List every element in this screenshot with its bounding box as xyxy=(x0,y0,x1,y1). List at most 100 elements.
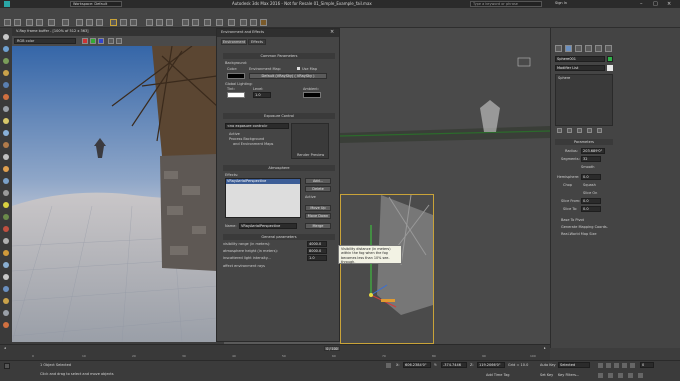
level-field[interactable]: 1.0 xyxy=(253,92,271,98)
orbit-icon[interactable] xyxy=(618,373,623,378)
segments-field[interactable]: 32 xyxy=(581,156,601,162)
angle-snap-icon[interactable] xyxy=(156,19,163,26)
maximize-viewport-icon[interactable] xyxy=(638,373,643,378)
affect-env-checkbox[interactable]: affect environment rays xyxy=(223,264,265,268)
lock-selection-icon[interactable] xyxy=(386,363,391,368)
save-image-icon[interactable] xyxy=(108,38,114,44)
time-slider[interactable]: 0 / 100 xyxy=(324,346,340,351)
percent-snap-icon[interactable] xyxy=(166,19,173,26)
tool-icon[interactable] xyxy=(3,262,9,268)
tool-icon[interactable] xyxy=(3,238,9,244)
add-time-tag-button[interactable]: Add Time Tag xyxy=(486,373,510,377)
tool-icon[interactable] xyxy=(3,82,9,88)
tab-effects[interactable]: Effects xyxy=(248,39,266,45)
ambient-swatch[interactable] xyxy=(303,92,321,98)
align-icon[interactable] xyxy=(192,19,199,26)
timeline-right-arrow-icon[interactable]: ▸ xyxy=(544,346,546,350)
set-key-button[interactable]: Set Key xyxy=(540,373,553,377)
auto-key-button[interactable]: Auto Key xyxy=(540,363,556,367)
hierarchy-tab-icon[interactable] xyxy=(575,45,582,52)
tab-environment[interactable]: Environment xyxy=(221,39,247,45)
use-map-checkbox[interactable] xyxy=(297,67,300,70)
tool-icon[interactable] xyxy=(3,142,9,148)
curve-editor-icon[interactable] xyxy=(216,19,223,26)
tool-icon[interactable] xyxy=(3,70,9,76)
display-tab-icon[interactable] xyxy=(595,45,602,52)
play-icon[interactable] xyxy=(614,363,619,368)
key-filters-button[interactable]: Key Filters... xyxy=(558,373,579,377)
create-tab-icon[interactable] xyxy=(555,45,562,52)
motion-tab-icon[interactable] xyxy=(585,45,592,52)
search-input[interactable]: Type a keyword or phrase xyxy=(470,1,542,7)
workspace-dropdown[interactable]: Workspace: Default xyxy=(70,1,122,7)
real-world-checkbox[interactable]: Real-World Map Size xyxy=(561,232,597,236)
undo-icon[interactable] xyxy=(4,19,11,26)
timeline[interactable]: ◂ 0 / 100 ▸ 0 10 20 30 40 50 60 70 80 90… xyxy=(0,344,550,360)
tool-icon[interactable] xyxy=(3,274,9,280)
tool-icon[interactable] xyxy=(3,154,9,160)
slice-on-checkbox[interactable]: Slice On xyxy=(583,191,597,195)
tool-icon[interactable] xyxy=(3,298,9,304)
slice-from-field[interactable]: 0.0 xyxy=(581,198,601,204)
tool-icon[interactable] xyxy=(3,118,9,124)
go-to-end-icon[interactable] xyxy=(630,363,635,368)
tool-icon[interactable] xyxy=(3,190,9,196)
name-field[interactable]: VRayAerialPerspective xyxy=(239,223,297,229)
modify-tab-icon[interactable] xyxy=(565,45,572,52)
chop-radio[interactable]: Chop xyxy=(563,183,572,187)
tool-icon[interactable] xyxy=(3,226,9,232)
inscattered-field[interactable]: 1.0 xyxy=(307,255,327,261)
atmosphere-header[interactable]: Atmosphere xyxy=(223,165,335,171)
merge-button[interactable]: Merge xyxy=(305,223,331,229)
zoom-icon[interactable] xyxy=(598,373,603,378)
y-coord-field[interactable]: -374.7446 xyxy=(441,362,467,368)
tool-icon[interactable] xyxy=(3,214,9,220)
render-setup-icon[interactable] xyxy=(240,19,247,26)
common-params-header[interactable]: Common Parameters xyxy=(223,53,335,59)
exposure-control-header[interactable]: Exposure Control xyxy=(223,113,335,119)
visibility-range-field[interactable]: 4000.0 xyxy=(307,241,327,247)
clear-image-icon[interactable] xyxy=(116,38,122,44)
make-unique-icon[interactable] xyxy=(577,128,582,133)
x-coord-field[interactable]: 606.2384'0" xyxy=(403,362,431,368)
object-color-swatch[interactable] xyxy=(607,56,613,62)
tool-icon[interactable] xyxy=(3,46,9,52)
smooth-checkbox[interactable]: Smooth xyxy=(581,165,595,169)
next-frame-icon[interactable] xyxy=(622,363,627,368)
unlink-icon[interactable] xyxy=(36,19,43,26)
remove-modifier-icon[interactable] xyxy=(587,128,592,133)
selection-filter-icon[interactable] xyxy=(62,19,69,26)
slice-to-field[interactable]: 0.0 xyxy=(581,206,601,212)
z-coord-field[interactable]: 119.2066'0" xyxy=(477,362,505,368)
prev-frame-icon[interactable] xyxy=(606,363,611,368)
pin-stack-icon[interactable] xyxy=(557,128,562,133)
tool-icon[interactable] xyxy=(3,130,9,136)
tint-swatch[interactable] xyxy=(227,92,245,98)
tool-icon[interactable] xyxy=(3,94,9,100)
go-to-start-icon[interactable] xyxy=(598,363,603,368)
redo-icon[interactable] xyxy=(14,19,21,26)
move-down-button[interactable]: Move Down xyxy=(305,213,331,219)
env-map-button[interactable]: Default (VRaySky) ( VRaySky ) xyxy=(249,73,327,79)
layer-explorer-icon[interactable] xyxy=(204,19,211,26)
channel-dropdown[interactable]: RGB color xyxy=(14,38,76,44)
move-up-button[interactable]: Move Up xyxy=(305,205,331,211)
tool-icon[interactable] xyxy=(3,106,9,112)
tool-icon[interactable] xyxy=(3,322,9,328)
tool-icon[interactable] xyxy=(3,202,9,208)
dialog-close-icon[interactable]: × xyxy=(330,29,334,36)
pan-icon[interactable] xyxy=(608,373,613,378)
effect-active-checkbox[interactable]: Active xyxy=(305,195,316,199)
viewport-left[interactable] xyxy=(434,194,550,344)
minimize-icon[interactable]: – xyxy=(640,1,643,7)
maximize-icon[interactable]: □ xyxy=(653,1,658,7)
tool-icon[interactable] xyxy=(3,286,9,292)
app-logo-icon[interactable] xyxy=(4,1,10,7)
scale-icon[interactable] xyxy=(130,19,137,26)
object-name-field[interactable]: Sphere001 xyxy=(555,56,605,62)
modifier-stack[interactable]: Sphere xyxy=(555,74,613,126)
material-editor-icon[interactable] xyxy=(228,19,235,26)
rect-selection-icon[interactable] xyxy=(96,19,103,26)
gen-mapping-checkbox[interactable]: Generate Mapping Coords. xyxy=(561,225,608,229)
tool-icon[interactable] xyxy=(3,34,9,40)
